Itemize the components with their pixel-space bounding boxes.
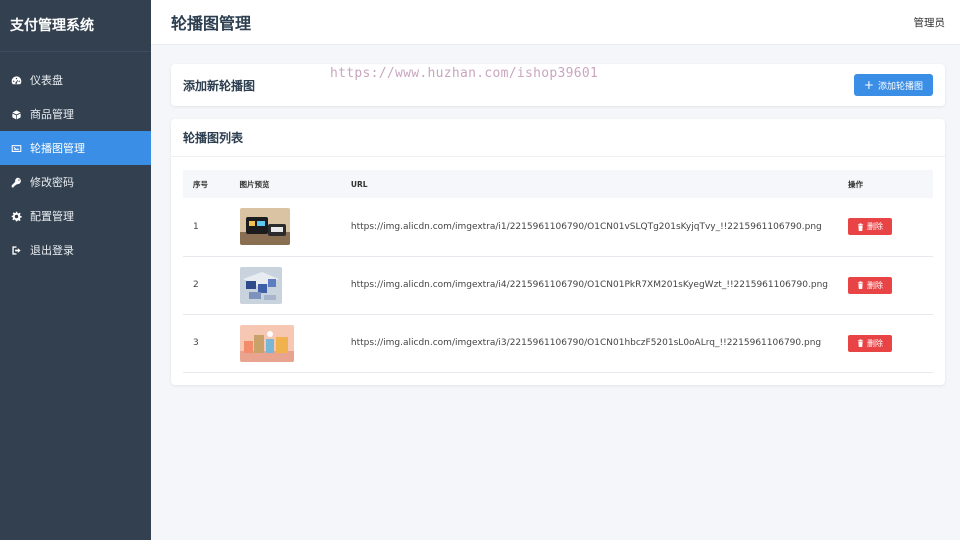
logout-icon [10,244,22,256]
box-icon [10,108,22,120]
sidebar-item-label: 轮播图管理 [30,142,85,155]
sidebar-item-label: 配置管理 [30,210,74,223]
sidebar-item-label: 退出登录 [30,244,74,257]
carousel-thumbnail [239,208,290,246]
watermark-text: https://www.huzhan.com/ishop39601 [330,66,599,81]
column-header-preview: 图片预览 [239,179,270,189]
delete-button[interactable]: 删除 [847,334,892,352]
sidebar-item-label: 商品管理 [30,108,74,121]
row-index: 3 [193,338,199,348]
image-icon [10,142,22,154]
top-header: 轮播图管理 管理员 [151,0,960,45]
table-row: 3 https://img.alicdn.com/imgextra/i3/221… [183,314,933,372]
delete-button[interactable]: 删除 [847,276,892,294]
trash-icon [857,339,864,347]
delete-label: 删除 [866,280,883,290]
list-card-title: 轮播图列表 [183,131,244,145]
key-icon [10,176,22,188]
delete-label: 删除 [866,338,883,348]
user-name[interactable]: 管理员 [914,15,946,30]
brand-title: 支付管理系统 [0,0,151,52]
sidebar-item-change-password[interactable]: 修改密码 [0,165,151,199]
trash-icon [857,223,864,231]
page-title: 轮播图管理 [171,14,252,33]
row-url: https://img.alicdn.com/imgextra/i1/22159… [350,221,822,232]
table-header-row: 序号 图片预览 URL 操作 [183,170,933,198]
sidebar-item-dashboard[interactable]: 仪表盘 [0,63,151,97]
sidebar-nav: 仪表盘 商品管理 轮播图管理 修改密码 配置管理 退出登录 [0,63,151,267]
row-index: 1 [193,221,199,232]
column-header-index: 序号 [193,179,208,189]
column-header-url: URL [350,179,368,189]
row-url: https://img.alicdn.com/imgextra/i3/22159… [350,338,822,348]
delete-label: 删除 [866,222,883,232]
row-index: 2 [193,280,199,290]
carousel-table: 序号 图片预览 URL 操作 1 https://img.alicdn.com/… [183,170,933,373]
sidebar-item-label: 修改密码 [30,176,74,189]
add-carousel-button[interactable]: + 添加轮播图 [853,74,933,96]
carousel-thumbnail [239,266,282,304]
carousel-list-card: 轮播图列表 序号 图片预览 URL 操作 1 https://img.alicd… [171,119,945,385]
gear-icon [10,210,22,222]
column-header-actions: 操作 [847,179,863,189]
sidebar-item-products[interactable]: 商品管理 [0,97,151,131]
list-card-header: 轮播图列表 [171,119,945,157]
sidebar-item-logout[interactable]: 退出登录 [0,233,151,267]
trash-icon [857,281,864,289]
add-button-label: 添加轮播图 [877,81,923,92]
sidebar: 支付管理系统 仪表盘 商品管理 轮播图管理 修改密码 配置管理 退出登录 [0,0,151,540]
table-row: 1 https://img.alicdn.com/imgextra/i1/221… [183,198,933,256]
delete-button[interactable]: 删除 [847,218,892,236]
table-row: 2 https://img.alicdn.com/imgextra/i4/221… [183,256,933,314]
dashboard-icon [10,74,22,86]
add-card-title: 添加新轮播图 [183,78,256,93]
sidebar-item-label: 仪表盘 [30,74,63,87]
sidebar-item-settings[interactable]: 配置管理 [0,199,151,233]
table-wrapper: 序号 图片预览 URL 操作 1 https://img.alicdn.com/… [171,157,945,373]
carousel-thumbnail [239,324,294,362]
plus-icon: + [863,78,874,92]
sidebar-item-carousel[interactable]: 轮播图管理 [0,131,151,165]
row-url: https://img.alicdn.com/imgextra/i4/22159… [350,280,828,290]
